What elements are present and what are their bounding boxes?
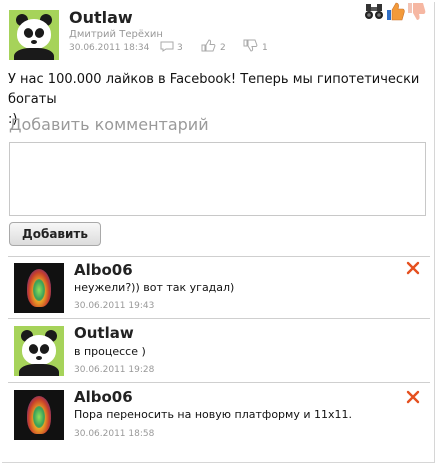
binoculars-icon[interactable]	[364, 3, 384, 20]
thumb-down-icon[interactable]	[407, 2, 426, 21]
post-avatar[interactable]	[9, 10, 59, 60]
likes-count: 2	[220, 43, 226, 53]
close-icon[interactable]	[406, 261, 420, 275]
comment-author[interactable]: Outlaw	[74, 324, 134, 342]
thumb-down-icon[interactable]	[243, 39, 258, 52]
close-icon[interactable]	[406, 390, 420, 404]
separator	[8, 256, 430, 257]
comment-avatar-panda[interactable]	[14, 326, 64, 376]
separator	[8, 318, 430, 319]
comment-text: неужели?)) вот так угадал)	[74, 281, 235, 294]
add-comment-title: Добавить комментарий	[9, 115, 209, 134]
separator	[8, 382, 430, 383]
post-text-line: У нас 100.000 лайков в Facebook! Теперь …	[8, 72, 420, 107]
comment-date: 30.06.2011 18:58	[74, 429, 155, 439]
comment-author[interactable]: Albo06	[74, 261, 133, 279]
comment-author[interactable]: Albo06	[74, 388, 133, 406]
comment-avatar-flame[interactable]	[14, 263, 64, 313]
thumb-up-icon[interactable]	[386, 2, 405, 21]
dislikes-count: 1	[262, 43, 268, 53]
add-comment-button[interactable]: Добавить	[9, 222, 101, 246]
comment-text: Пора переносить на новую платформу и 11x…	[74, 408, 352, 421]
comment-textarea[interactable]	[9, 142, 426, 216]
comment-date: 30.06.2011 19:28	[74, 365, 155, 375]
comment-icon[interactable]	[160, 41, 174, 52]
comments-count: 3	[177, 43, 183, 53]
post-author[interactable]: Outlaw	[69, 8, 133, 27]
post-author-fullname: Дмитрий Терёхин	[69, 29, 163, 40]
comment-avatar-flame[interactable]	[14, 390, 64, 440]
post-date: 30.06.2011 18:34	[69, 43, 150, 53]
comment-date: 30.06.2011 19:43	[74, 301, 155, 311]
comment-text: в процессе )	[74, 345, 146, 358]
thumb-up-icon[interactable]	[201, 39, 216, 52]
